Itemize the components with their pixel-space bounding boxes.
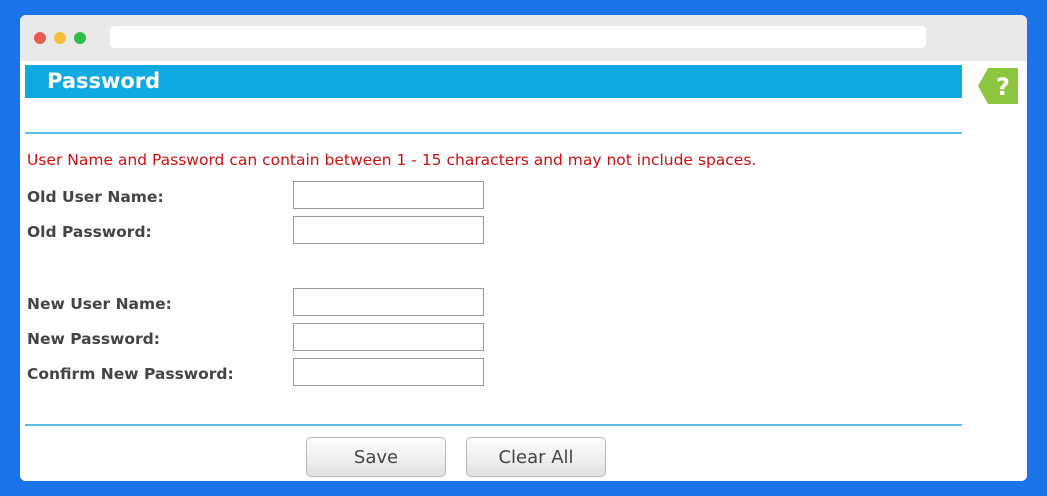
section-header: Password [25,65,962,98]
save-button[interactable]: Save [306,437,446,477]
new-user-name-input[interactable] [293,288,484,316]
address-bar[interactable] [110,26,926,48]
page-content: Password ? User Name and Password can co… [20,61,1027,481]
clear-all-button[interactable]: Clear All [466,437,606,477]
help-icon: ? [978,68,1018,104]
close-window-button[interactable] [34,32,46,44]
old-password-input[interactable] [293,216,484,244]
bottom-divider [25,424,962,426]
new-user-name-label: New User Name: [27,295,172,313]
maximize-window-button[interactable] [74,32,86,44]
top-divider [25,132,962,134]
browser-window: Password ? User Name and Password can co… [20,15,1027,481]
old-password-label: Old Password: [27,223,152,241]
title-bar [20,15,1027,61]
notice-text: User Name and Password can contain betwe… [27,151,757,169]
new-password-input[interactable] [293,323,484,351]
minimize-window-button[interactable] [54,32,66,44]
help-label: ? [996,73,1010,101]
new-password-label: New Password: [27,330,160,348]
old-user-name-label: Old User Name: [27,188,164,206]
page-title: Password [47,69,161,93]
help-button[interactable]: ? [978,68,1018,104]
confirm-password-label: Confirm New Password: [27,365,234,383]
confirm-password-input[interactable] [293,358,484,386]
old-user-name-input[interactable] [293,181,484,209]
